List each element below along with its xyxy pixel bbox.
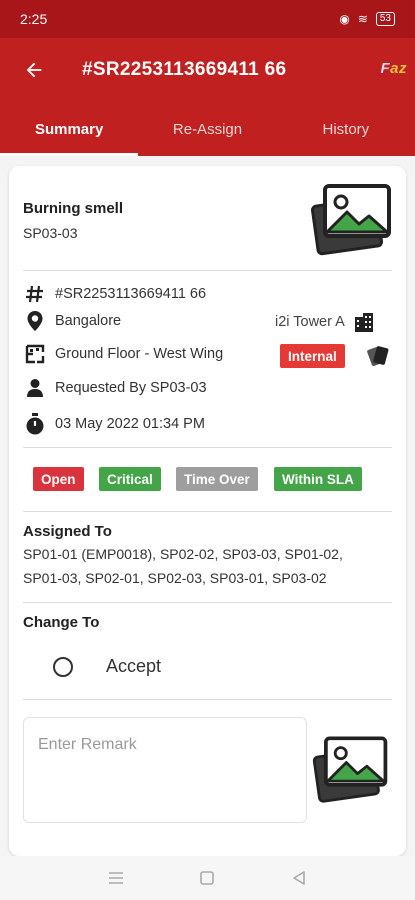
home-button[interactable] (195, 866, 219, 890)
divider (23, 270, 392, 271)
status-bar: 2:25 ◉ ≋ 53 (0, 0, 415, 38)
divider (23, 602, 392, 603)
back-arrow-icon (26, 62, 42, 78)
stopwatch-icon (23, 412, 47, 436)
request-datetime: 03 May 2022 01:34 PM (55, 416, 205, 432)
square-icon (200, 871, 215, 885)
battery-icon: 53 (375, 12, 395, 26)
accept-label: Accept (106, 656, 162, 676)
city-row: Bangalore (23, 309, 121, 333)
divider (23, 511, 392, 512)
building-name: i2i Tower A (275, 314, 345, 330)
status-badge-within-sla: Within SLA (274, 467, 362, 491)
building-info: i2i Tower A (275, 311, 375, 333)
floor-location: Ground Floor - West Wing (55, 346, 224, 362)
issue-title: Burning smell (23, 200, 124, 217)
tab-bar: Summary Re-Assign History (0, 102, 415, 156)
remark-input[interactable] (23, 717, 307, 823)
person-icon (23, 376, 47, 400)
divider (23, 699, 392, 700)
assigned-line: SP01-01 (EMP0018), SP02-02, SP03-03, SP0… (23, 546, 343, 562)
status-badge-open: Open (33, 467, 84, 491)
requested-by: Requested By SP03-03 (55, 380, 207, 396)
tag-icon (367, 346, 389, 366)
back-button[interactable] (14, 50, 54, 90)
hash-icon (23, 282, 47, 306)
status-time: 2:25 (20, 11, 48, 27)
datetime-row: 03 May 2022 01:34 PM (23, 412, 205, 436)
requested-by-row: Requested By SP03-03 (23, 376, 207, 400)
accept-radio[interactable] (53, 656, 73, 677)
status-badge-time-over: Time Over (176, 467, 258, 491)
change-to-title: Change To (23, 614, 100, 631)
signal-icon: ◉ (339, 12, 350, 26)
floor-plan-icon (23, 342, 47, 366)
assigned-line: SP01-03, SP02-01, SP02-03, SP03-01, SP03… (23, 570, 327, 586)
assigned-to-list: SP01-01 (EMP0018), SP02-02, SP03-03, SP0… (23, 542, 393, 590)
menu-icon (108, 872, 123, 884)
tab-re-assign[interactable]: Re-Assign (138, 102, 276, 156)
recents-button[interactable] (104, 866, 128, 890)
ticket-summary-card: Burning smell SP03-03 #SR2253113669411 6… (9, 166, 406, 856)
status-icons: ◉ ≋ 53 (339, 12, 395, 26)
building-icon (354, 313, 373, 332)
ticket-id-row: #SR2253113669411 66 (23, 282, 206, 306)
app-bar: #SR2253113669411 66 Faz (0, 38, 415, 102)
image-gallery-icon[interactable] (309, 182, 395, 256)
issue-code: SP03-03 (23, 225, 78, 241)
triangle-back-icon (293, 871, 305, 885)
tab-summary[interactable]: Summary (0, 102, 139, 156)
wifi-icon: ≋ (357, 12, 368, 26)
system-nav-bar (0, 856, 415, 900)
status-badge-critical: Critical (99, 467, 161, 491)
accept-radio-option[interactable]: Accept (53, 656, 161, 677)
assigned-to-title: Assigned To (23, 523, 112, 540)
location-pin-icon (23, 309, 47, 333)
floor-row: Ground Floor - West Wing (23, 342, 223, 366)
system-back-button[interactable] (287, 866, 311, 890)
page-title: #SR2253113669411 66 (82, 59, 287, 80)
ticket-id: #SR2253113669411 66 (55, 286, 207, 302)
app-logo: Faz (380, 60, 407, 77)
city: Bangalore (55, 313, 122, 329)
tab-history[interactable]: History (277, 102, 415, 156)
attach-image-icon[interactable] (311, 732, 391, 806)
divider (23, 447, 392, 448)
internal-badge: Internal (280, 344, 345, 368)
